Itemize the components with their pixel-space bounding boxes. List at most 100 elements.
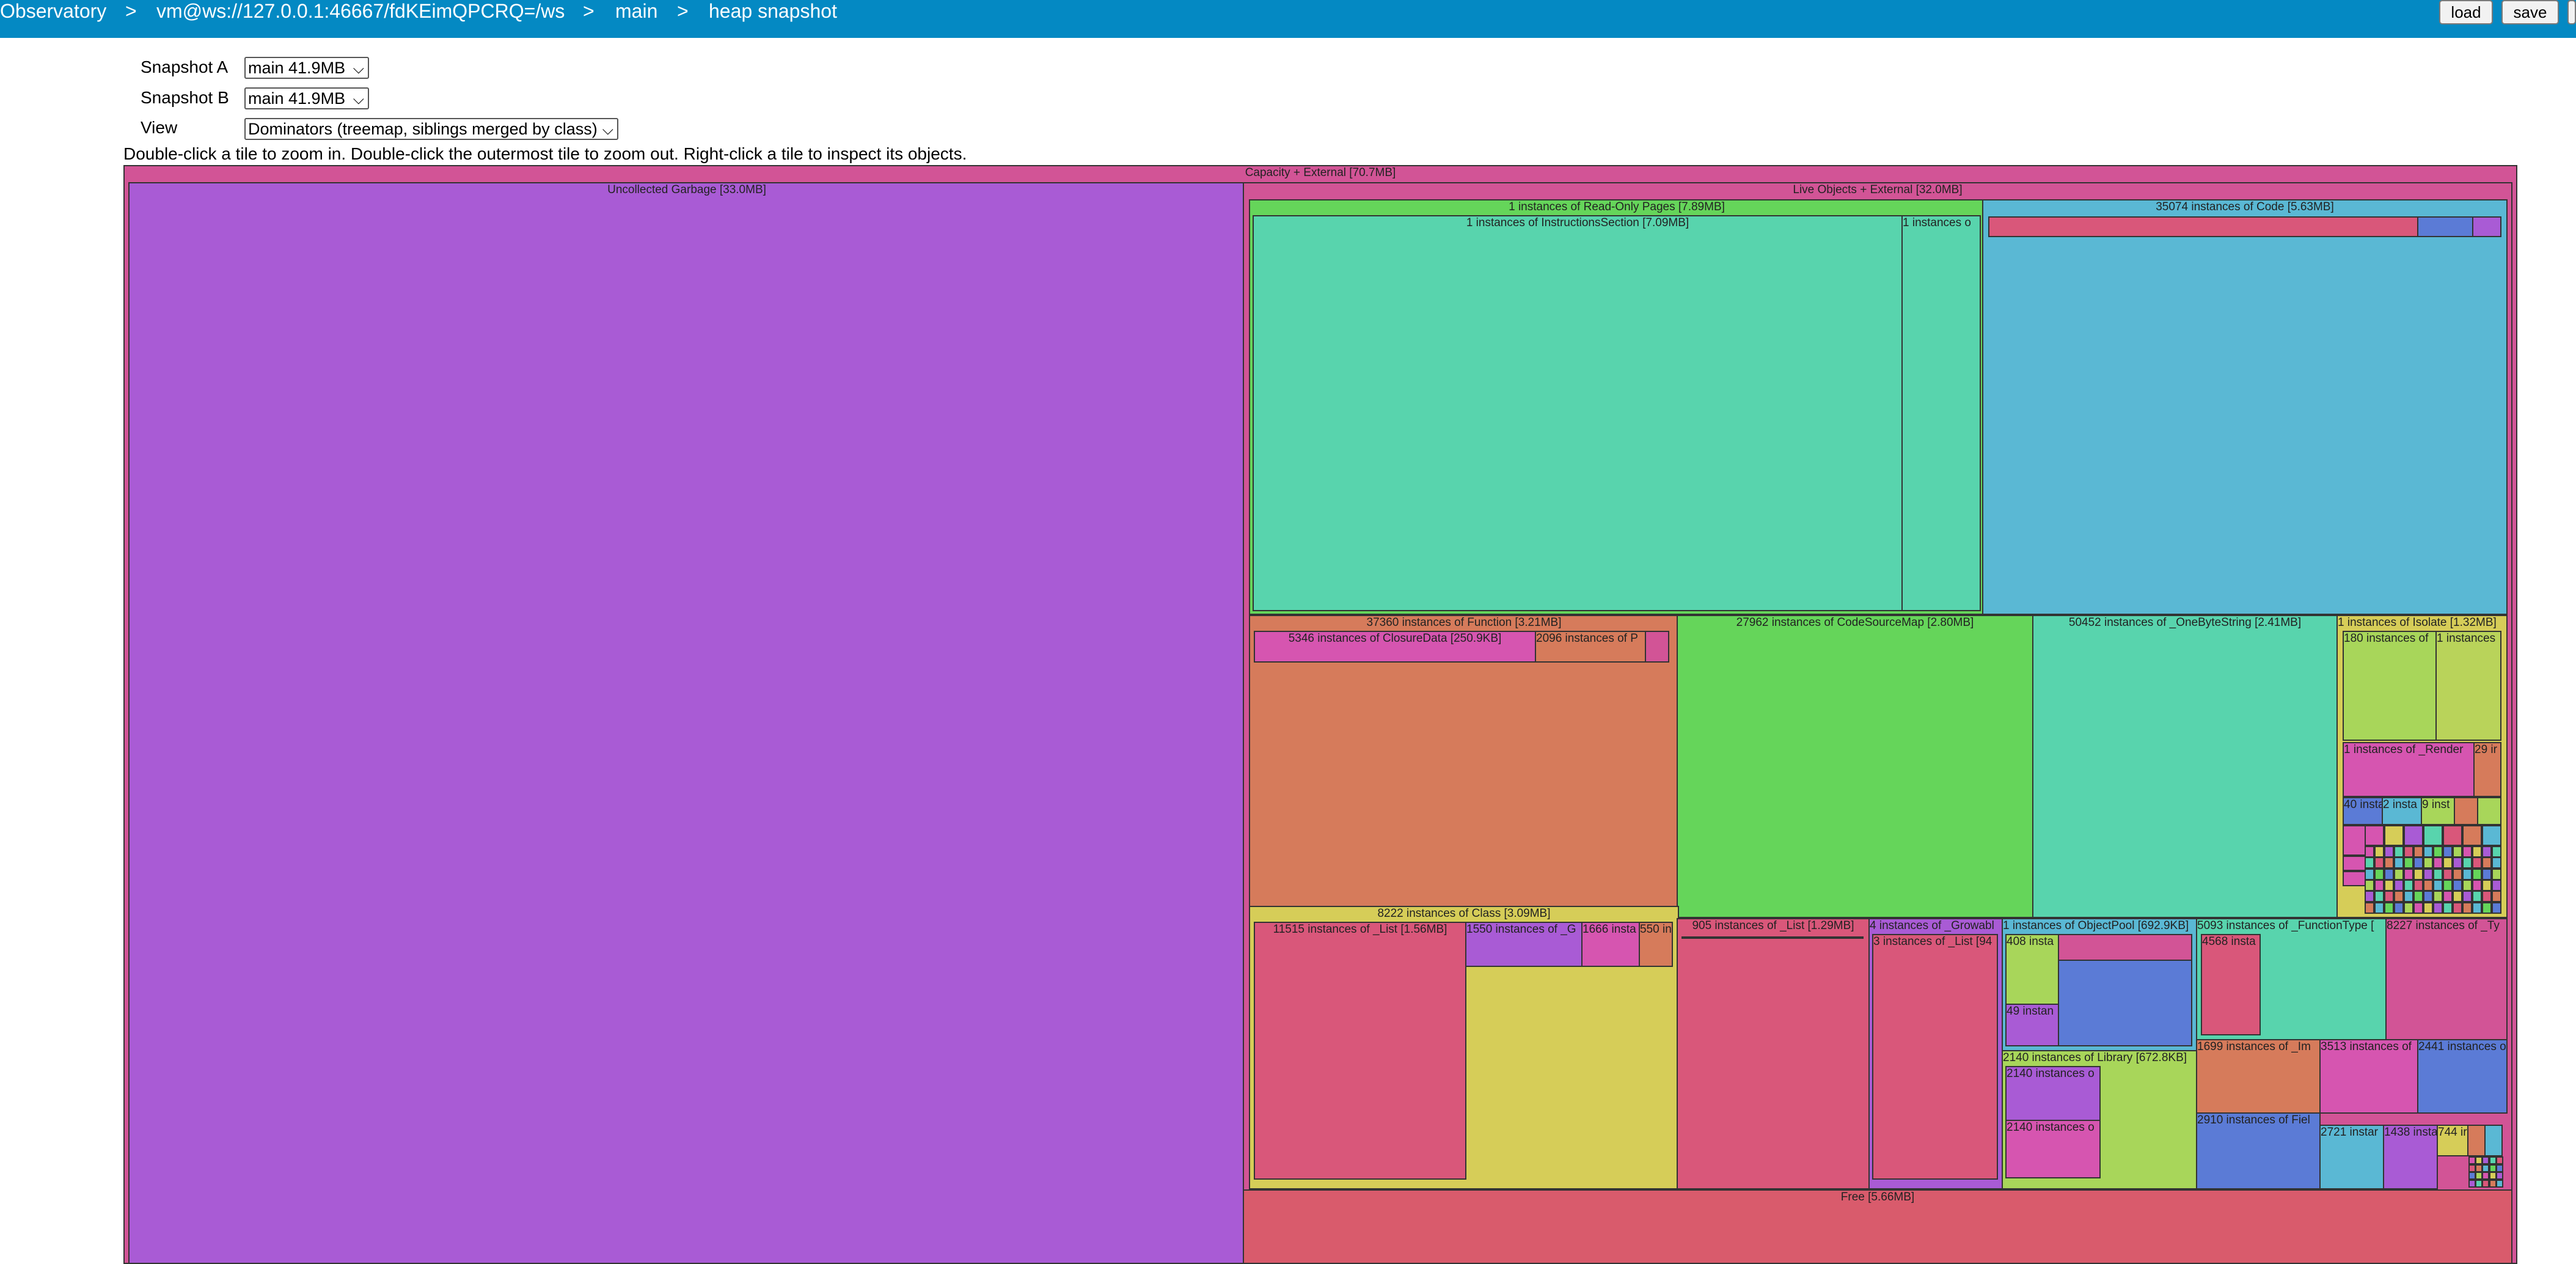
tile-isolate-180[interactable]: 180 instances of <box>2343 631 2437 741</box>
tile-small-child[interactable] <box>2482 902 2492 914</box>
tile-class-1550[interactable]: 1550 instances of _G <box>1465 922 1583 967</box>
tile-small-child[interactable] <box>2482 857 2492 869</box>
tile-small-child[interactable] <box>2468 1164 2476 1172</box>
tile-library-a[interactable]: 2140 instances o <box>2005 1066 2101 1121</box>
tile-small-child[interactable] <box>2468 1156 2476 1164</box>
tile-small-child[interactable] <box>2394 868 2404 880</box>
tile-small-child[interactable] <box>2413 891 2423 903</box>
tile-function-child[interactable] <box>1645 631 1669 663</box>
tile-object-pool-child[interactable] <box>2058 934 2192 961</box>
tile-small-child[interactable] <box>2404 846 2413 858</box>
tile-small-child[interactable] <box>2489 1179 2497 1188</box>
tile-small-child[interactable] <box>2495 1156 2503 1164</box>
tile-3513[interactable]: 3513 instances of <box>2319 1039 2418 1114</box>
tile-small-child[interactable] <box>2433 868 2443 880</box>
tile-isolate-1[interactable]: 1 instances <box>2435 631 2501 741</box>
tile-small-child[interactable] <box>2482 1156 2490 1164</box>
overflow-button[interactable] <box>2567 0 2576 24</box>
tile-closure-data[interactable]: 5346 instances of ClosureData [250.9KB] <box>1254 631 1536 663</box>
tile-small-child[interactable] <box>2404 902 2413 914</box>
tile-small-child[interactable] <box>2482 1164 2490 1172</box>
tile-growable-child-list[interactable]: 3 instances of _List [94 <box>1872 934 1998 1180</box>
tile-small-child[interactable] <box>2384 857 2394 869</box>
tile-small-child[interactable] <box>2482 891 2492 903</box>
tile-small-child[interactable] <box>2384 825 2404 846</box>
tile-small-child[interactable] <box>2374 902 2384 914</box>
tile-small-child[interactable] <box>2384 880 2394 891</box>
tile-list-905[interactable]: 905 instances of _List [1.29MB] <box>1677 918 1870 1189</box>
tile-small-child[interactable] <box>2404 880 2413 891</box>
tile-small-child[interactable] <box>2472 880 2482 891</box>
breadcrumb-vm[interactable]: vm@ws://127.0.0.1:46667/fdKEimQPCRQ=/ws <box>156 0 565 22</box>
tile-small-child[interactable] <box>2482 1179 2490 1188</box>
tile-small-child[interactable] <box>2492 891 2501 903</box>
tile-read-only-small[interactable]: 1 instances o <box>1901 215 1981 611</box>
tile-small-child[interactable] <box>2462 868 2472 880</box>
tile-class-550[interactable]: 550 in <box>1639 922 1673 967</box>
tile-list-905-child[interactable] <box>1681 936 1864 939</box>
tile-isolate-29[interactable]: 29 ir <box>2473 742 2501 797</box>
tile-small-child[interactable] <box>2443 825 2462 846</box>
tile-small-child[interactable] <box>2433 891 2443 903</box>
tile-small-child[interactable] <box>2423 825 2443 846</box>
tile-small-child[interactable] <box>2374 891 2384 903</box>
tile-small-child[interactable] <box>2492 902 2501 914</box>
tile-small-child[interactable] <box>2404 825 2423 846</box>
tile-small-child[interactable] <box>2492 868 2501 880</box>
tile-object-pool-child[interactable] <box>2058 960 2192 1046</box>
snapshot-a-select[interactable]: main 41.9MB ⌵ <box>244 57 369 79</box>
tile-small-child[interactable] <box>2443 880 2453 891</box>
tile-small-child[interactable] <box>2443 891 2453 903</box>
tile-im-1699[interactable]: 1699 instances of _Im <box>2196 1039 2321 1114</box>
tile-small-child[interactable] <box>2489 1164 2497 1172</box>
breadcrumb-isolate[interactable]: main <box>615 0 657 22</box>
tile-small-child[interactable] <box>2374 857 2384 869</box>
tile-small-child[interactable] <box>2453 846 2462 858</box>
tile-small-child[interactable] <box>2413 868 2423 880</box>
tile-small-child[interactable] <box>2462 825 2482 846</box>
tile-code-child[interactable] <box>2417 216 2473 237</box>
tile-small-child[interactable] <box>2492 857 2501 869</box>
breadcrumb-observatory[interactable]: Observatory <box>0 0 106 22</box>
tile-isolate-9[interactable]: 9 inst <box>2421 797 2455 825</box>
tile-small-child[interactable] <box>2462 846 2472 858</box>
snapshot-b-select[interactable]: main 41.9MB ⌵ <box>244 87 369 109</box>
tile-small-child[interactable] <box>2482 1172 2490 1180</box>
tile-small-child[interactable] <box>2365 880 2374 891</box>
tile-small-child[interactable] <box>2475 1156 2483 1164</box>
tile-small-child[interactable] <box>2462 880 2472 891</box>
tile-class-1666[interactable]: 1666 insta <box>1581 922 1640 967</box>
tile-one-byte-string[interactable]: 50452 instances of _OneByteString [2.41M… <box>2032 615 2338 918</box>
tile-object-pool-408[interactable]: 408 insta <box>2005 934 2059 1005</box>
tile-small-child[interactable] <box>2468 1179 2476 1188</box>
tile-small-child[interactable] <box>2384 846 2394 858</box>
tile-small-child[interactable] <box>2482 846 2492 858</box>
tile-small-child[interactable] <box>2475 1172 2483 1180</box>
tile-small-child[interactable] <box>2475 1179 2483 1188</box>
tile-small-child[interactable] <box>2384 902 2394 914</box>
tile-code[interactable]: 35074 instances of Code [5.63MB] <box>1982 199 2508 615</box>
tile-small-child[interactable] <box>2404 868 2413 880</box>
tile-small-child[interactable] <box>2453 902 2462 914</box>
tile-isolate-40[interactable]: 40 insta <box>2343 797 2383 825</box>
tile-small-child[interactable] <box>2365 891 2374 903</box>
tile-small-child[interactable] <box>2374 846 2384 858</box>
tile-instructions-section[interactable]: 1 instances of InstructionsSection [7.09… <box>1253 215 1903 611</box>
tile-small-child[interactable] <box>2404 891 2413 903</box>
tile-small-child[interactable] <box>2384 868 2394 880</box>
tile-small-child[interactable] <box>2413 880 2423 891</box>
tile-small-child[interactable] <box>2495 1172 2503 1180</box>
tile-small-child[interactable] <box>2443 868 2453 880</box>
tile-small-child[interactable] <box>2468 1172 2476 1180</box>
tile-small-child[interactable] <box>2365 846 2374 858</box>
tile-small-child[interactable] <box>2482 868 2492 880</box>
tile-small-child[interactable] <box>2462 891 2472 903</box>
tile-small-child[interactable] <box>2384 891 2394 903</box>
save-button[interactable]: save <box>2501 0 2559 24</box>
tile-small-child[interactable] <box>2413 902 2423 914</box>
tile-free[interactable]: Free [5.66MB] <box>1243 1189 2512 1264</box>
tile-small-child[interactable] <box>2365 902 2374 914</box>
tile-small-child[interactable] <box>2394 846 2404 858</box>
tile-function-2096[interactable]: 2096 instances of P <box>1535 631 1646 663</box>
tile-small-child[interactable] <box>2489 1172 2497 1180</box>
